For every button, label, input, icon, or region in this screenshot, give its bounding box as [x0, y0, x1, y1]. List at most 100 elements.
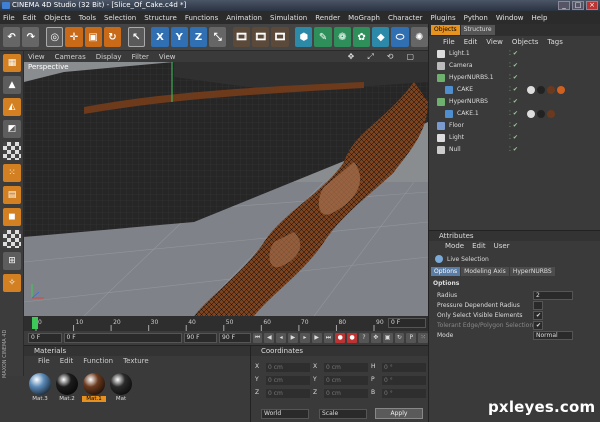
material-tag-icon[interactable] [547, 86, 555, 94]
attributes-tab-hypernurbs[interactable]: HyperNURBS [509, 267, 555, 276]
array-button[interactable]: ✿ [352, 27, 371, 47]
attributes-menu-user[interactable]: User [494, 241, 510, 252]
next-frame-icon[interactable]: ▸ [299, 333, 310, 343]
coordinate-field[interactable]: 0 cm [266, 376, 310, 385]
coordinate-field[interactable]: 0 cm [324, 389, 368, 398]
menu-objects[interactable]: Objects [44, 14, 70, 22]
workplane-icon[interactable] [3, 142, 21, 160]
object-row[interactable]: Camera ⁚ ✔ [429, 60, 600, 72]
visibility-toggle-icon[interactable]: ⁚ ✔ [509, 144, 518, 156]
objects-menu-file[interactable]: File [443, 38, 455, 46]
materials-menu-edit[interactable]: Edit [60, 356, 74, 366]
attributes-menu-mode[interactable]: Mode [445, 241, 464, 252]
viewport-perspective[interactable] [24, 62, 428, 316]
attribute-value-field[interactable]: ✔ [533, 321, 543, 330]
playhead[interactable] [32, 317, 38, 329]
last-tool-button[interactable]: ↖ [127, 27, 145, 47]
current-frame-field[interactable]: 0 F [388, 318, 426, 328]
visibility-toggle-icon[interactable]: ⁚ ✔ [509, 96, 518, 108]
material-swatch[interactable]: Mat.1 [82, 373, 106, 402]
material-tag-icon[interactable] [547, 110, 555, 118]
tab-objects[interactable]: Objects [431, 25, 460, 35]
attributes-tab-options[interactable]: Options [431, 267, 461, 276]
object-row[interactable]: Light.1 ⁚ ✔ [429, 48, 600, 60]
attribute-value-field[interactable]: 2 [533, 291, 573, 300]
coordinate-system-button[interactable]: ⤡ [209, 27, 227, 47]
rotation-key-icon[interactable]: ↻ [394, 333, 405, 343]
coordinate-field[interactable]: 0 cm [324, 376, 368, 385]
coordinate-field[interactable]: 0 cm [266, 363, 310, 372]
world-dropdown[interactable]: World [261, 409, 309, 419]
menu-structure[interactable]: Structure [144, 14, 177, 22]
menu-plugins[interactable]: Plugins [431, 14, 456, 22]
cube-primitive-button[interactable]: ⬢ [295, 27, 313, 47]
menu-selection[interactable]: Selection [104, 14, 136, 22]
coordinate-field[interactable]: 0 cm [266, 389, 310, 398]
toggle-view-icon[interactable]: ▢ [406, 52, 414, 62]
attributes-menu-edit[interactable]: Edit [472, 241, 486, 252]
render-settings-button[interactable]: 🎞 [271, 27, 289, 47]
tweak-mode-icon[interactable]: ⊞ [3, 252, 21, 270]
preview-max-field[interactable]: 90 F [219, 333, 251, 343]
object-row[interactable]: CAKE.1 ⁚ ✔ [429, 108, 600, 120]
objects-menu-objects[interactable]: Objects [512, 38, 538, 46]
material-tag-icon[interactable] [537, 86, 545, 94]
tab-structure[interactable]: Structure [460, 25, 495, 35]
menu-render[interactable]: Render [315, 14, 340, 22]
keyframe-selection-icon[interactable]: ? [359, 333, 369, 343]
autokey-icon[interactable]: ● [347, 333, 358, 343]
object-mode-icon[interactable]: ◭ [3, 98, 21, 116]
coordinate-field[interactable]: 0 ° [382, 363, 426, 372]
material-swatch[interactable]: Mat [109, 373, 133, 402]
edges-mode-icon[interactable]: ▤ [3, 186, 21, 204]
visibility-toggle-icon[interactable]: ⁚ ✔ [509, 84, 518, 96]
menu-python[interactable]: Python [464, 14, 488, 22]
z-axis-lock-button[interactable]: Z [189, 27, 208, 47]
menu-edit[interactable]: Edit [23, 14, 37, 22]
parameter-key-icon[interactable]: P [406, 333, 417, 343]
polygons-mode-icon[interactable]: ◼ [3, 208, 21, 226]
apply-button[interactable]: Apply [375, 408, 423, 419]
viewport-menu-view[interactable]: View [159, 53, 176, 61]
attribute-value-field[interactable]: ✔ [533, 311, 543, 320]
x-axis-lock-button[interactable]: X [151, 27, 169, 47]
preview-min-field[interactable]: 0 F [63, 333, 182, 343]
goto-end-icon[interactable]: ⏭ [323, 333, 334, 343]
viewport-menu-filter[interactable]: Filter [132, 53, 149, 61]
visibility-toggle-icon[interactable]: ⁚ ✔ [509, 120, 518, 132]
move-view-icon[interactable]: ✥ [348, 52, 355, 62]
objects-menu-edit[interactable]: Edit [464, 38, 478, 46]
material-swatch[interactable]: Mat.3 [28, 373, 52, 402]
scale-key-icon[interactable]: ▣ [382, 333, 393, 343]
start-frame-field[interactable]: 0 F [28, 333, 62, 343]
menu-file[interactable]: File [3, 14, 15, 22]
materials-menu-file[interactable]: File [38, 356, 50, 366]
play-icon[interactable]: ▶ [288, 333, 298, 343]
pla-key-icon[interactable]: ⁙ [418, 333, 429, 343]
material-tag-icon[interactable] [537, 110, 545, 118]
material-tag-icon[interactable] [527, 86, 535, 94]
scale-tool-button[interactable]: ▣ [84, 27, 102, 47]
menu-mograph[interactable]: MoGraph [348, 14, 380, 22]
objects-menu-view[interactable]: View [486, 38, 503, 46]
menu-functions[interactable]: Functions [185, 14, 218, 22]
visibility-toggle-icon[interactable]: ⁚ ✔ [509, 132, 518, 144]
texture-mode-icon[interactable]: ◩ [3, 120, 21, 138]
attribute-value-field[interactable]: Normal [533, 331, 573, 340]
minimize-button[interactable]: _ [558, 1, 570, 10]
material-tag-icon[interactable] [527, 110, 535, 118]
enable-axis-icon[interactable] [3, 230, 21, 248]
y-axis-lock-button[interactable]: Y [170, 27, 188, 47]
materials-menu-texture[interactable]: Texture [123, 356, 149, 366]
next-key-icon[interactable]: ▶ [311, 333, 322, 343]
nurbs-button[interactable]: ❁ [333, 27, 351, 47]
object-row[interactable]: Floor ⁚ ✔ [429, 120, 600, 132]
rotate-tool-button[interactable]: ↻ [103, 27, 121, 47]
zoom-view-icon[interactable]: ⤢ [367, 52, 373, 62]
model-mode-icon[interactable]: ▲ [3, 76, 21, 94]
maximize-button[interactable]: □ [572, 1, 584, 10]
undo-button[interactable]: ↶ [3, 27, 21, 47]
coordinate-field[interactable]: 0 cm [324, 363, 368, 372]
redo-button[interactable]: ↷ [22, 27, 40, 47]
record-icon[interactable]: ● [335, 333, 346, 343]
